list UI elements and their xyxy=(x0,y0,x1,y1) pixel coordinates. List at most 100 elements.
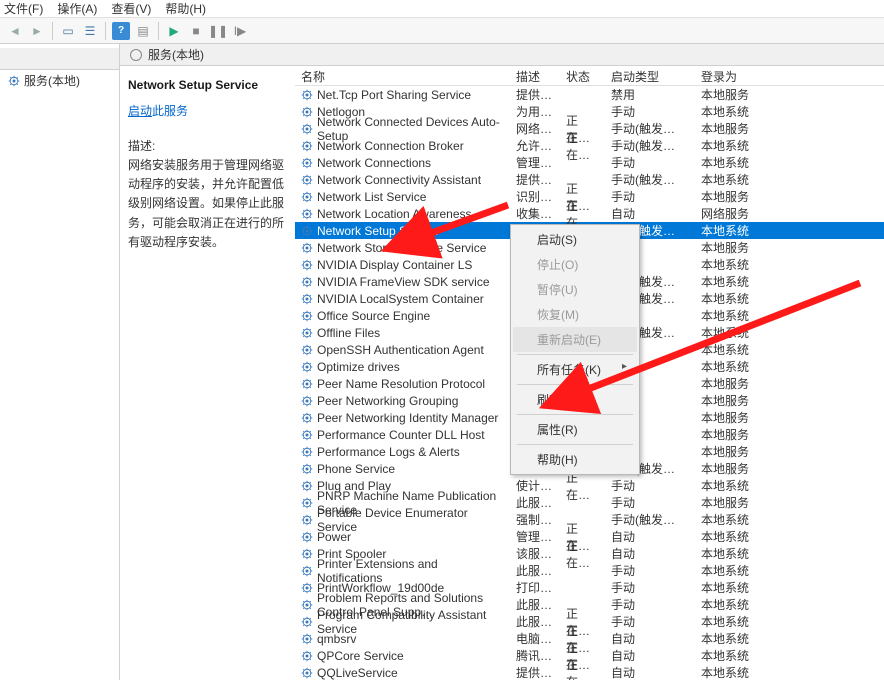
gear-icon xyxy=(301,208,313,220)
stop-icon[interactable]: ■ xyxy=(187,22,205,40)
menu-view[interactable]: 查看(V) xyxy=(111,0,151,17)
service-name: Network List Service xyxy=(317,190,426,204)
service-name: NVIDIA LocalSystem Container xyxy=(317,292,484,306)
ctx-refresh[interactable]: 刷新(F) xyxy=(513,387,637,412)
desc-text: 网络安装服务用于管理网络驱动程序的安装，并允许配置低级别网络设置。如果停止此服务… xyxy=(128,156,287,252)
service-name: QQLiveService xyxy=(317,666,398,680)
service-name: Peer Name Resolution Protocol xyxy=(317,377,485,391)
service-status xyxy=(560,501,605,505)
service-name: NVIDIA FrameView SDK service xyxy=(317,275,490,289)
tree-pane: 服务(本地) xyxy=(0,44,120,680)
ctx-pause: 暂停(U) xyxy=(513,277,637,302)
ctx-resume: 恢复(M) xyxy=(513,302,637,327)
ctx-restart: 重新启动(E) xyxy=(513,327,637,352)
service-status xyxy=(560,586,605,590)
service-status xyxy=(560,569,605,573)
service-row[interactable]: Network Location Awareness收集…正在…自动网络服务 xyxy=(295,205,884,222)
forward-icon[interactable]: ► xyxy=(28,22,46,40)
search-icon xyxy=(130,49,142,61)
tb-list-icon[interactable]: ▤ xyxy=(134,22,152,40)
start-service-link[interactable]: 启动 xyxy=(128,104,152,118)
gear-icon xyxy=(301,344,313,356)
gear-icon xyxy=(301,446,313,458)
col-logon[interactable]: 登录为 xyxy=(695,66,775,85)
context-menu: 启动(S) 停止(O) 暂停(U) 恢复(M) 重新启动(E) 所有任务(K) … xyxy=(510,224,640,475)
gear-icon xyxy=(301,259,313,271)
services-icon xyxy=(8,75,20,87)
gear-icon xyxy=(301,514,313,526)
gear-icon xyxy=(301,242,313,254)
service-name: Optimize drives xyxy=(317,360,400,374)
service-name: Network Location Awareness xyxy=(317,207,472,221)
service-row[interactable]: Net.Tcp Port Sharing Service提供…禁用本地服务 xyxy=(295,86,884,103)
tb-filter-icon[interactable]: ☰ xyxy=(81,22,99,40)
gear-icon xyxy=(301,395,313,407)
col-startup[interactable]: 启动类型 xyxy=(605,66,695,85)
ctx-start[interactable]: 启动(S) xyxy=(513,227,637,252)
service-name: Network Setup Service xyxy=(317,224,439,238)
gear-icon xyxy=(301,667,313,679)
gear-icon xyxy=(301,616,313,628)
gear-icon xyxy=(301,429,313,441)
col-desc[interactable]: 描述 xyxy=(510,66,560,85)
ctx-properties[interactable]: 属性(R) xyxy=(513,417,637,442)
gear-icon xyxy=(301,123,313,135)
service-name: Performance Counter DLL Host xyxy=(317,428,485,442)
tree-root-label: 服务(本地) xyxy=(24,72,80,89)
gear-icon xyxy=(301,327,313,339)
service-name: Network Store Interface Service xyxy=(317,241,486,255)
gear-icon xyxy=(301,89,313,101)
service-startup: 自动 xyxy=(605,662,695,680)
service-name: NVIDIA Display Container LS xyxy=(317,258,472,272)
service-name: QPCore Service xyxy=(317,649,404,663)
service-status: 正在… xyxy=(560,535,605,573)
service-status xyxy=(560,93,605,97)
gear-icon xyxy=(301,378,313,390)
tb-help-icon[interactable]: ? xyxy=(112,22,130,40)
service-name: Power xyxy=(317,530,351,544)
service-logon: 本地系统 xyxy=(695,662,775,680)
gear-icon xyxy=(301,310,313,322)
menubar: 文件(F) 操作(A) 查看(V) 帮助(H) xyxy=(0,0,884,18)
menu-action[interactable]: 操作(A) xyxy=(57,0,97,17)
gear-icon xyxy=(301,191,313,203)
service-name: Net.Tcp Port Sharing Service xyxy=(317,88,471,102)
service-name: Network Connection Broker xyxy=(317,139,464,153)
service-name: Office Source Engine xyxy=(317,309,430,323)
column-headers: 名称 描述 状态 启动类型 登录为 xyxy=(295,66,884,86)
service-name: Network Connections xyxy=(317,156,431,170)
gear-icon xyxy=(301,293,313,305)
menu-help[interactable]: 帮助(H) xyxy=(165,0,206,17)
col-status[interactable]: 状态 xyxy=(560,66,605,85)
desc-label: 描述: xyxy=(128,137,287,154)
col-name[interactable]: 名称 xyxy=(295,66,510,85)
detail-action: 启动此服务 xyxy=(128,102,287,119)
gear-icon xyxy=(301,531,313,543)
service-name: Offline Files xyxy=(317,326,380,340)
tree-root-item[interactable]: 服务(本地) xyxy=(0,70,119,91)
gear-icon xyxy=(301,565,313,577)
service-name: qmbsrv xyxy=(317,632,356,646)
ctx-alltasks[interactable]: 所有任务(K) xyxy=(513,357,637,382)
service-name: Peer Networking Grouping xyxy=(317,394,458,408)
toolbar: ◄ ► ▭ ☰ ? ▤ ▶ ■ ❚❚ I▶ xyxy=(0,18,884,44)
menu-file[interactable]: 文件(F) xyxy=(4,0,43,17)
service-name: Performance Logs & Alerts xyxy=(317,445,460,459)
tb-window-icon[interactable]: ▭ xyxy=(59,22,77,40)
gear-icon xyxy=(301,140,313,152)
list-pane: 名称 描述 状态 启动类型 登录为 Net.Tcp Port Sharing S… xyxy=(295,66,884,680)
service-status: 正在… xyxy=(560,654,605,680)
gear-icon xyxy=(301,157,313,169)
back-icon[interactable]: ◄ xyxy=(6,22,24,40)
service-name: Network Connectivity Assistant xyxy=(317,173,481,187)
service-row[interactable]: Network Connection Broker允许…正在…手动(触发…本地系… xyxy=(295,137,884,154)
service-status: 正在… xyxy=(560,127,605,165)
ctx-help[interactable]: 帮助(H) xyxy=(513,447,637,472)
restart-icon[interactable]: I▶ xyxy=(231,22,249,40)
pause-icon[interactable]: ❚❚ xyxy=(209,22,227,40)
tab-label: 服务(本地) xyxy=(120,44,884,66)
play-icon[interactable]: ▶ xyxy=(165,22,183,40)
tree-header xyxy=(0,48,119,70)
service-row[interactable]: QQLiveService提供…正在…自动本地系统 xyxy=(295,664,884,680)
tab-label-text: 服务(本地) xyxy=(148,46,204,63)
